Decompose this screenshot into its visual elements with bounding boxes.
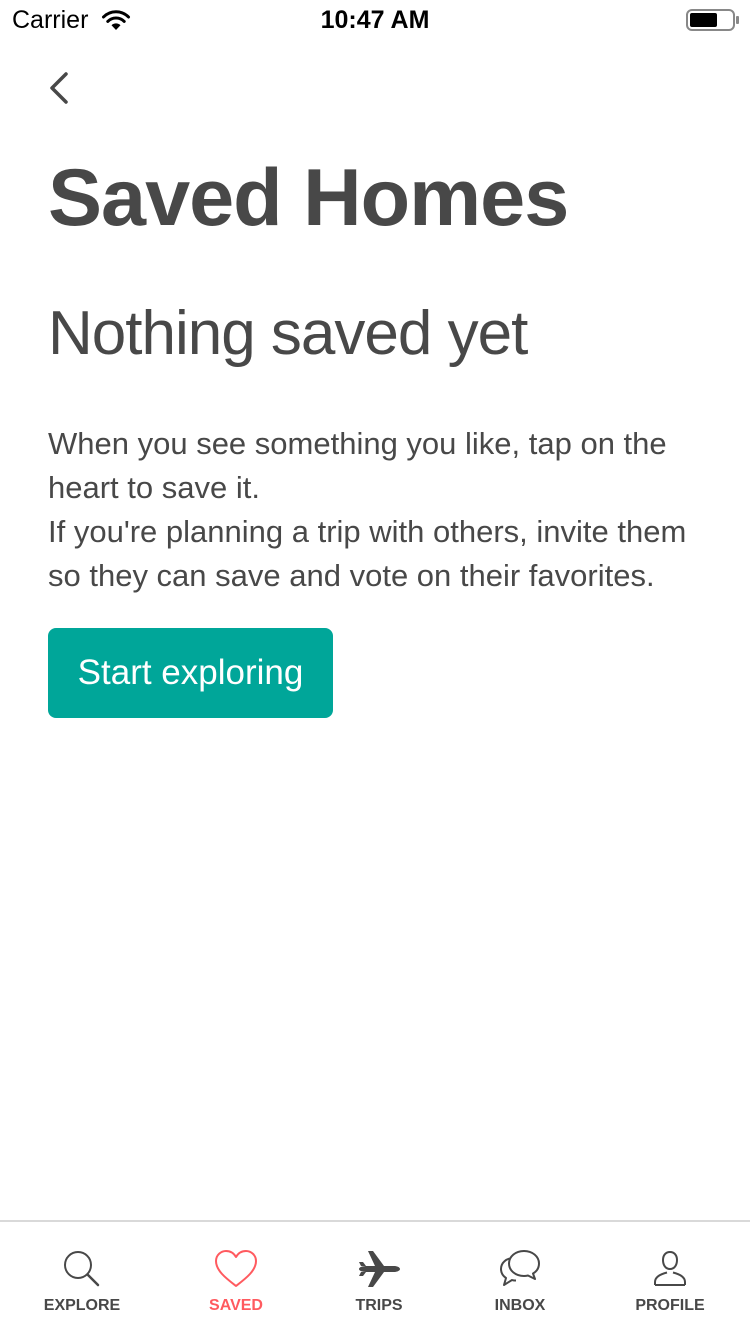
tab-trips[interactable]: TRIPS xyxy=(309,1222,449,1334)
tab-label: PROFILE xyxy=(635,1297,705,1314)
person-icon xyxy=(654,1250,686,1286)
search-icon xyxy=(64,1251,100,1287)
start-exploring-button[interactable]: Start exploring xyxy=(48,628,333,718)
tab-profile[interactable]: PROFILE xyxy=(600,1222,740,1334)
tab-saved[interactable]: SAVED xyxy=(166,1222,306,1334)
clock: 10:47 AM xyxy=(320,6,430,34)
chat-bubbles-icon xyxy=(500,1250,540,1286)
tab-label: INBOX xyxy=(494,1297,546,1314)
back-button[interactable] xyxy=(40,66,80,110)
status-bar: Carrier 10:47 AM xyxy=(0,0,750,40)
tab-label: SAVED xyxy=(209,1297,263,1314)
description-line: If you're planning a trip with others, i… xyxy=(48,514,687,593)
tab-inbox[interactable]: INBOX xyxy=(450,1222,590,1334)
empty-state-heading: Nothing saved yet xyxy=(48,299,528,368)
tab-label: TRIPS xyxy=(355,1297,403,1314)
tab-label: EXPLORE xyxy=(43,1297,121,1314)
tab-bar: EXPLORE SAVED TRIPS INBOX PROFILE xyxy=(0,1220,750,1336)
airplane-icon xyxy=(359,1251,400,1287)
chevron-left-icon xyxy=(50,72,68,104)
tab-explore[interactable]: EXPLORE xyxy=(12,1222,152,1334)
battery-icon xyxy=(686,9,739,31)
empty-state-description: When you see something you like, tap on … xyxy=(48,422,708,598)
page-title: Saved Homes xyxy=(48,153,569,243)
description-line: When you see something you like, tap on … xyxy=(48,426,667,505)
heart-icon xyxy=(215,1250,257,1287)
